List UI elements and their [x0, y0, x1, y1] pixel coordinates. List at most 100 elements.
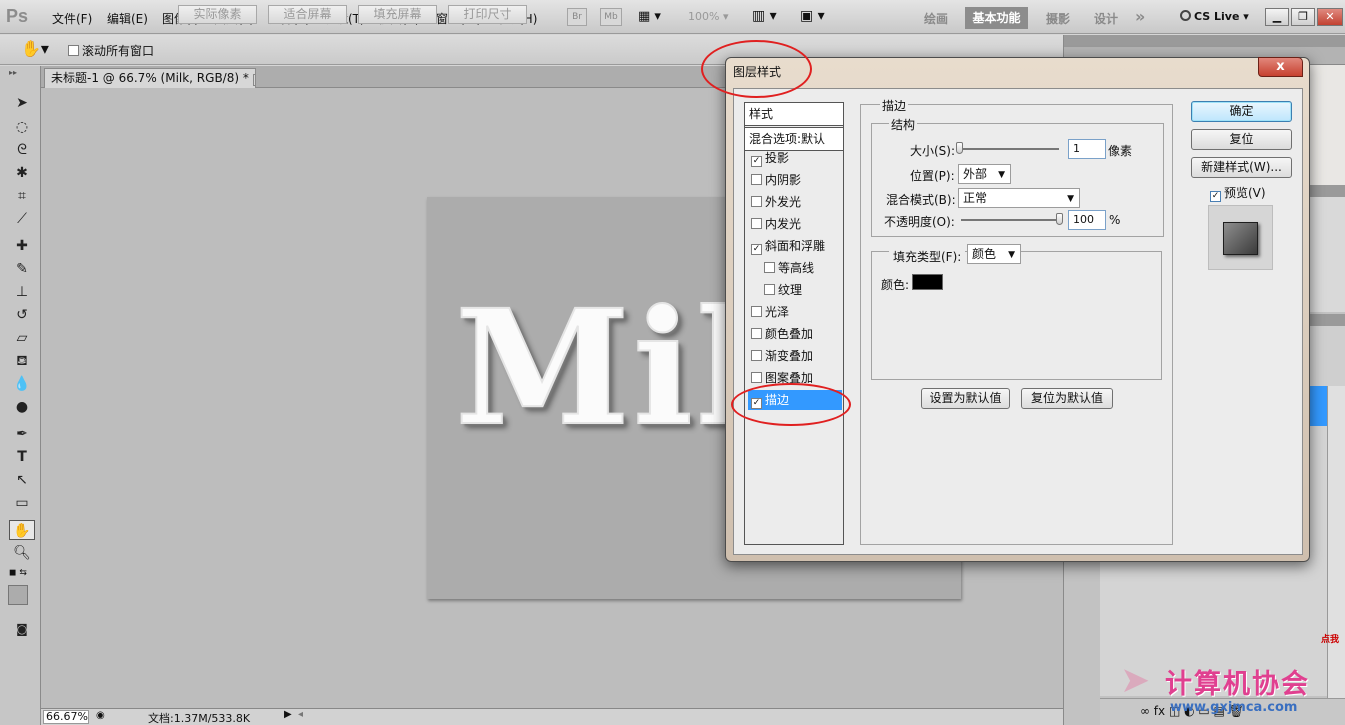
preview-swatch [1223, 222, 1258, 255]
hand-tool-icon[interactable]: ✋ [9, 520, 35, 540]
style-item-checkbox[interactable]: ✓ [751, 244, 762, 255]
size-slider-thumb[interactable] [956, 142, 963, 154]
type-tool-icon[interactable]: T [9, 447, 35, 467]
style-item[interactable]: 光泽 [748, 302, 842, 322]
fill-type-select[interactable]: 颜色 ▼ [967, 244, 1021, 264]
styles-header[interactable]: 样式 [744, 102, 844, 126]
style-item-checkbox[interactable]: ✓ [751, 156, 762, 167]
preview-checkbox[interactable]: ✓ 预览(V) [1210, 184, 1266, 202]
size-slider-track[interactable] [959, 148, 1059, 150]
pen-tool-icon[interactable]: ✒ [9, 424, 35, 444]
zoom-select[interactable]: 100% ▾ [688, 10, 728, 23]
document-tab[interactable]: 未标题-1 @ 66.7% (Milk, RGB/8) * ✕ [44, 68, 256, 88]
scroll-all-windows-checkbox[interactable]: 滚动所有窗口 [68, 42, 154, 59]
style-item-checkbox[interactable] [751, 328, 762, 339]
opacity-slider-thumb[interactable] [1056, 213, 1063, 225]
arrange-documents-icon[interactable]: ▥ ▾ [752, 8, 777, 24]
more-workspaces-icon[interactable]: » [1135, 7, 1145, 26]
opacity-slider-track[interactable] [961, 219, 1061, 221]
style-item[interactable]: 内阴影 [748, 170, 842, 190]
workspace-photography[interactable]: 摄影 [1046, 10, 1070, 27]
close-tab-icon[interactable]: ✕ [252, 74, 255, 86]
size-input[interactable]: 1 [1068, 139, 1106, 159]
path-select-tool-icon[interactable]: ↖ [9, 470, 35, 490]
style-item[interactable]: 外发光 [748, 192, 842, 212]
lasso-tool-icon[interactable]: ᘓ [9, 140, 35, 160]
scroll-left-icon[interactable]: ◂ [298, 709, 303, 720]
workspace-essentials[interactable]: 基本功能 [965, 7, 1028, 29]
hand-tool-preset-icon[interactable]: ✋▾ [21, 39, 49, 58]
zoom-level-field[interactable]: 66.67% [43, 710, 89, 724]
print-size-button[interactable]: 打印尺寸 [448, 5, 527, 24]
reset-default-button[interactable]: 复位为默认值 [1021, 388, 1113, 409]
history-brush-tool-icon[interactable]: ↺ [9, 305, 35, 325]
menu-file[interactable]: 文件(F) [52, 10, 92, 27]
eyedropper-tool-icon[interactable]: ⟋ [9, 209, 35, 229]
status-info-icon[interactable]: ◉ [96, 710, 105, 721]
fill-type-label: 填充类型(F): [889, 248, 966, 265]
fill-screen-button[interactable]: 填充屏幕 [358, 5, 437, 24]
opacity-input[interactable]: 100 [1068, 210, 1106, 230]
blur-tool-icon[interactable]: 💧 [9, 374, 35, 394]
paint-bucket-tool-icon[interactable]: ⛾ [9, 351, 35, 371]
style-item[interactable]: ✓ 斜面和浮雕 [748, 236, 842, 256]
style-item[interactable]: 渐变叠加 [748, 346, 842, 366]
style-item-label: 颜色叠加 [765, 327, 814, 341]
default-colors-icon[interactable]: ◼ ⇆ [9, 568, 27, 578]
eraser-tool-icon[interactable]: ▱ [9, 328, 35, 348]
style-item-checkbox[interactable] [764, 284, 775, 295]
minibridge-button[interactable]: Mb [600, 8, 622, 26]
quick-select-tool-icon[interactable]: ✱ [9, 163, 35, 183]
menu-edit[interactable]: 编辑(E) [107, 10, 148, 27]
new-style-button[interactable]: 新建样式(W)... [1191, 157, 1292, 178]
structure-title: 结构 [889, 116, 918, 133]
set-default-button[interactable]: 设置为默认值 [921, 388, 1010, 409]
style-item-checkbox[interactable] [751, 196, 762, 207]
status-menu-arrow-icon[interactable]: ▶ [284, 709, 292, 720]
bridge-button[interactable]: Br [567, 8, 587, 26]
style-item-label: 投影 [765, 151, 790, 165]
minimize-button[interactable]: ▁ [1265, 8, 1289, 26]
style-item-checkbox[interactable] [751, 174, 762, 185]
stamp-tool-icon[interactable]: ⊥ [9, 282, 35, 302]
reset-button[interactable]: 复位 [1191, 129, 1292, 150]
dodge-tool-icon[interactable]: ● [9, 397, 35, 417]
healing-brush-tool-icon[interactable]: ✚ [9, 236, 35, 256]
stroke-annotation-circle [731, 383, 851, 426]
layers-scrollbar[interactable] [1327, 386, 1345, 706]
crop-tool-icon[interactable]: ⌗ [9, 186, 35, 206]
style-item-label: 内阴影 [765, 173, 802, 187]
move-tool-icon[interactable]: ➤ [9, 93, 35, 113]
quick-mask-icon[interactable]: ◙ [9, 619, 35, 639]
position-select[interactable]: 外部 ▼ [958, 164, 1011, 184]
collapse-icon[interactable]: ▸▸ [9, 68, 33, 78]
actual-pixels-button[interactable]: 实际像素 [178, 5, 257, 24]
workspace-painting[interactable]: 绘画 [924, 10, 948, 27]
fit-screen-button[interactable]: 适合屏幕 [268, 5, 347, 24]
style-item[interactable]: 纹理 [748, 280, 842, 300]
foreground-color-swatch[interactable] [8, 585, 28, 605]
style-item-checkbox[interactable] [764, 262, 775, 273]
restore-button[interactable]: ❐ [1291, 8, 1315, 26]
screen-mode-icon[interactable]: ▣ ▾ [800, 8, 825, 24]
style-item[interactable]: 等高线 [748, 258, 842, 278]
zoom-tool-icon[interactable]: 🔍︎ [9, 543, 35, 563]
style-item-checkbox[interactable] [751, 350, 762, 361]
brush-tool-icon[interactable]: ✎ [9, 259, 35, 279]
blend-mode-select[interactable]: 正常 ▼ [958, 188, 1080, 208]
stroke-color-swatch[interactable] [912, 274, 943, 290]
style-item[interactable]: 颜色叠加 [748, 324, 842, 344]
app-close-button[interactable]: ✕ [1317, 8, 1343, 26]
cs-live-menu[interactable]: CS Live ▾ [1180, 10, 1249, 23]
style-item-checkbox[interactable] [751, 306, 762, 317]
view-extras-icon[interactable]: ▦ ▾ [638, 9, 661, 24]
marquee-tool-icon[interactable]: ◌ [9, 117, 35, 137]
dialog-close-button[interactable]: x [1258, 57, 1303, 77]
ok-button[interactable]: 确定 [1191, 101, 1292, 122]
style-item-checkbox[interactable] [751, 372, 762, 383]
style-item-checkbox[interactable] [751, 218, 762, 229]
style-item[interactable]: 内发光 [748, 214, 842, 234]
style-item[interactable]: ✓ 投影 [748, 148, 842, 168]
shape-tool-icon[interactable]: ▭ [9, 493, 35, 513]
workspace-design[interactable]: 设计 [1094, 10, 1118, 27]
